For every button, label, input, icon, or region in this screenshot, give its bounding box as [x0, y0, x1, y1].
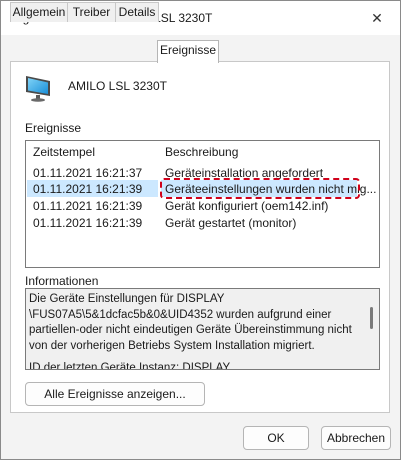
event-time[interactable]: 01.11.2021 16:21:39	[33, 182, 142, 196]
column-header-timestamp[interactable]: Zeitstempel	[33, 145, 95, 159]
events-label: Ereignisse	[25, 121, 82, 135]
event-time[interactable]: 01.11.2021 16:21:37	[33, 166, 142, 180]
information-textbox[interactable]: Die Geräte Einstellungen für DISPLAY \FU…	[25, 288, 380, 370]
event-time[interactable]: 01.11.2021 16:21:39	[33, 216, 142, 230]
event-time[interactable]: 01.11.2021 16:21:39	[33, 199, 142, 213]
device-name: AMILO LSL 3230T	[68, 79, 167, 93]
ok-button[interactable]: OK	[243, 426, 309, 450]
column-header-description[interactable]: Beschreibung	[165, 145, 238, 159]
focus-highlight	[160, 178, 360, 199]
tab-ereignisse[interactable]: Ereignisse	[157, 40, 219, 63]
tab-treiber[interactable]: Treiber	[67, 2, 116, 22]
cancel-button[interactable]: Abbrechen	[321, 426, 391, 450]
scrollbar-thumb[interactable]	[370, 307, 373, 329]
monitor-icon	[26, 76, 50, 102]
event-description[interactable]: Gerät konfiguriert (oem142.inf)	[165, 199, 328, 213]
information-label: Informationen	[25, 274, 99, 288]
show-all-events-button[interactable]: Alle Ereignisse anzeigen...	[25, 382, 205, 406]
information-paragraph: ID der letzten Geräte Instanz: DISPLAY	[29, 362, 231, 370]
close-icon[interactable]: ✕	[360, 5, 394, 31]
event-description[interactable]: Gerät gestartet (monitor)	[165, 216, 296, 230]
tab-details[interactable]: Details	[115, 2, 159, 22]
information-paragraph: Die Geräte Einstellungen für DISPLAY \FU…	[29, 293, 352, 352]
tab-allgemein[interactable]: Allgemein	[10, 2, 68, 22]
